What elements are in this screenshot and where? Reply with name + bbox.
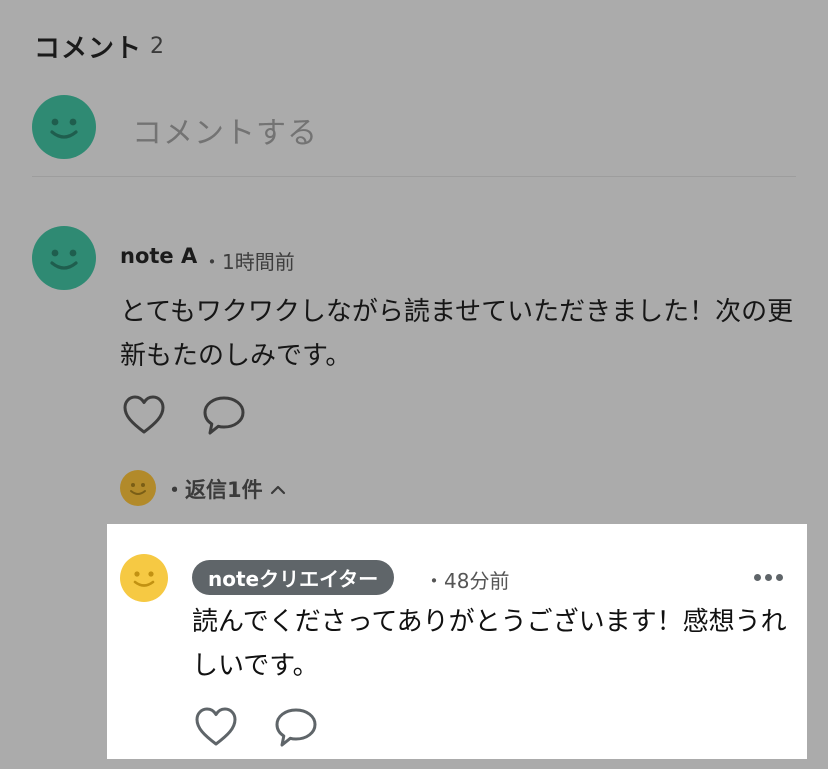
reply-summary-avatar — [120, 470, 156, 506]
comment-bubble-icon — [203, 396, 245, 435]
comment-bubble-icon — [275, 708, 317, 747]
comment-author-name[interactable]: note A — [120, 244, 197, 268]
smiley-icon — [50, 249, 78, 270]
more-dot — [754, 573, 761, 581]
heart-icon — [123, 395, 165, 434]
chevron-up-icon — [270, 485, 285, 495]
reply-button[interactable] — [202, 394, 246, 442]
reply-summary-label: ・返信1件 — [164, 478, 263, 502]
comment-timestamp: ・1時間前 — [202, 250, 295, 274]
reply-body: 読んでくださってありがとうございます！感想うれしいです。 — [192, 607, 787, 681]
comment-author-avatar[interactable] — [32, 226, 96, 290]
comment-input[interactable]: コメントする — [132, 108, 318, 152]
reply-author-avatar[interactable] — [120, 554, 168, 602]
smiley-icon — [50, 118, 78, 139]
more-dot — [765, 573, 772, 581]
reply-reply-button[interactable] — [274, 706, 318, 754]
comments-count: 2 — [150, 34, 164, 59]
smiley-icon — [130, 483, 146, 495]
more-icon[interactable] — [754, 570, 783, 584]
reply-like-button[interactable] — [194, 706, 238, 752]
smiley-icon — [133, 571, 155, 587]
heart-icon — [195, 707, 237, 746]
comments-title: コメント — [34, 34, 143, 64]
reply-timestamp: ・48分前 — [424, 569, 510, 593]
more-dot — [776, 573, 783, 581]
creator-badge: noteクリエイター — [192, 560, 395, 595]
like-button[interactable] — [122, 394, 166, 440]
my-avatar — [32, 95, 96, 159]
comment-body: とてもワクワクしながら読ませていただきました！次の更新もたのしみです。 — [120, 297, 794, 371]
reply-summary-toggle[interactable]: ・返信1件 — [164, 474, 287, 504]
divider — [32, 176, 796, 177]
